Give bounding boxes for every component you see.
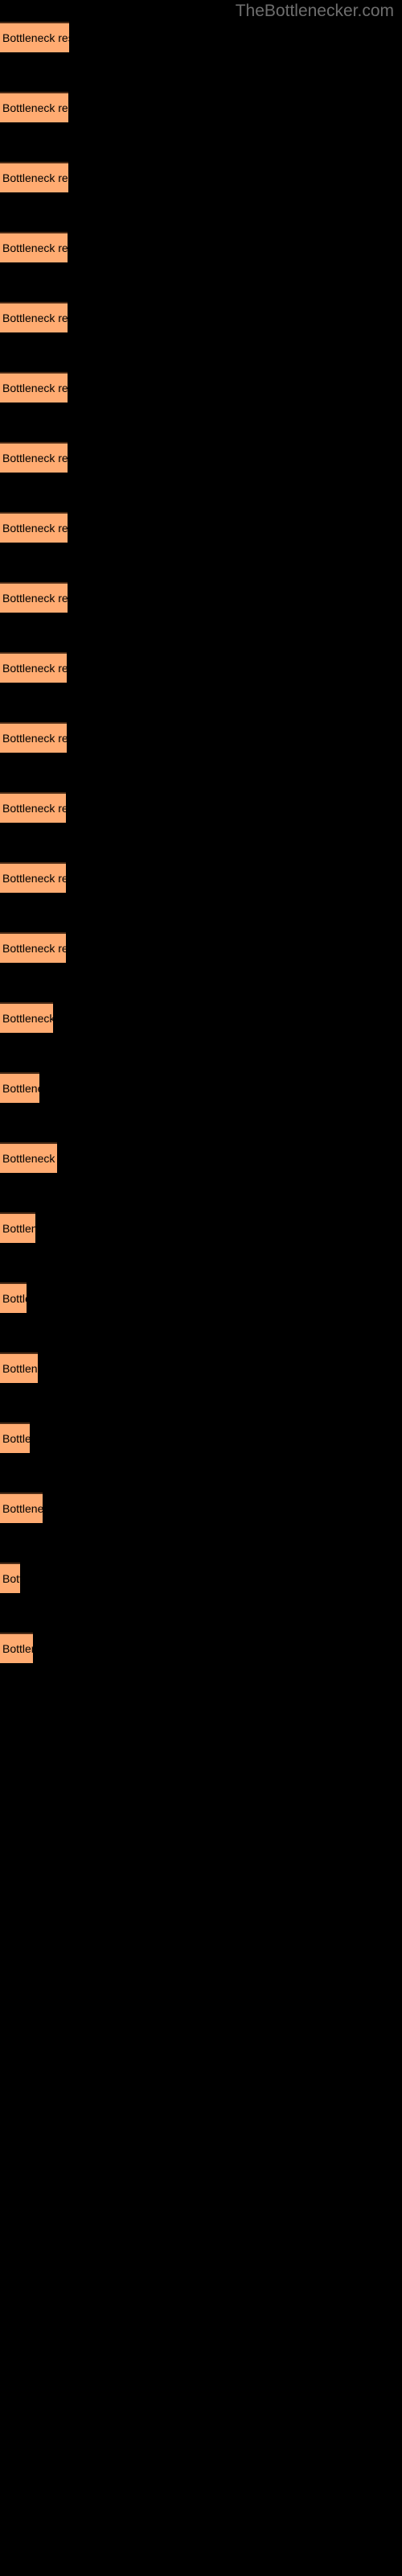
bar[interactable]: Bottleneck result: [0, 232, 68, 262]
bar[interactable]: Bottleneck result: [0, 792, 66, 823]
bar[interactable]: Bottleneck result: [0, 442, 68, 473]
bar-label: Bottleneck result: [2, 101, 68, 114]
bar-label: Bottleneck result: [2, 1082, 39, 1095]
bar[interactable]: Bottleneck result: [0, 1282, 27, 1313]
bar[interactable]: Bottleneck result: [0, 1212, 35, 1243]
bar-label: Bottleneck result: [2, 1152, 57, 1165]
bar[interactable]: Bottleneck result: [0, 22, 69, 52]
bar-label: Bottleneck result: [2, 802, 66, 815]
bar-label: Bottleneck result: [2, 1572, 20, 1585]
bar-label: Bottleneck result: [2, 872, 66, 885]
bar[interactable]: Bottleneck result: [0, 1563, 20, 1593]
bar-label: Bottleneck result: [2, 1362, 38, 1375]
bar[interactable]: Bottleneck result: [0, 1072, 39, 1103]
bar[interactable]: Bottleneck result: [0, 302, 68, 332]
bar-label: Bottleneck result: [2, 452, 68, 464]
bar-label: Bottleneck result: [2, 1222, 35, 1235]
bar[interactable]: Bottleneck result: [0, 372, 68, 402]
bar[interactable]: Bottleneck result: [0, 652, 67, 683]
bar[interactable]: Bottleneck result: [0, 722, 67, 753]
bar-label: Bottleneck result: [2, 1502, 43, 1515]
bar[interactable]: Bottleneck result: [0, 512, 68, 543]
bar[interactable]: Bottleneck result: [0, 1422, 30, 1453]
bar[interactable]: Bottleneck result: [0, 582, 68, 613]
bar-label: Bottleneck result: [2, 382, 68, 394]
bar-label: Bottleneck result: [2, 1012, 53, 1025]
bar-label: Bottleneck result: [2, 1292, 27, 1305]
bar[interactable]: Bottleneck result: [0, 1492, 43, 1523]
bar[interactable]: Bottleneck result: [0, 932, 66, 963]
bar-chart: Bottleneck result Bottleneck result Bottle…: [0, 0, 402, 2576]
bar[interactable]: Bottleneck result: [0, 1002, 53, 1033]
bar-label: Bottleneck result: [2, 662, 67, 675]
bar[interactable]: Bottleneck result: [0, 1633, 33, 1663]
bar[interactable]: Bottleneck result: [0, 92, 68, 122]
bar-label: Bottleneck result: [2, 732, 67, 745]
bar[interactable]: Bottleneck result: [0, 162, 68, 192]
bar-label: Bottleneck result: [2, 942, 66, 955]
bar[interactable]: Bottleneck result: [0, 1352, 38, 1383]
bar-label: Bottleneck result: [2, 1432, 30, 1445]
bar-label: Bottleneck result: [2, 1642, 33, 1655]
bar-label: Bottleneck result: [2, 312, 68, 324]
bar-label: Bottleneck result: [2, 31, 69, 44]
bar[interactable]: Bottleneck result: [0, 862, 66, 893]
bar-label: Bottleneck result: [2, 592, 68, 605]
bar-label: Bottleneck result: [2, 171, 68, 184]
bar[interactable]: Bottleneck result: [0, 1142, 57, 1173]
bottleneck-chart-page: TheBottlenecker.com Bottleneck resultBot…: [0, 0, 402, 2576]
bar-label: Bottleneck result: [2, 522, 68, 535]
bar-label: Bottleneck result: [2, 242, 68, 254]
